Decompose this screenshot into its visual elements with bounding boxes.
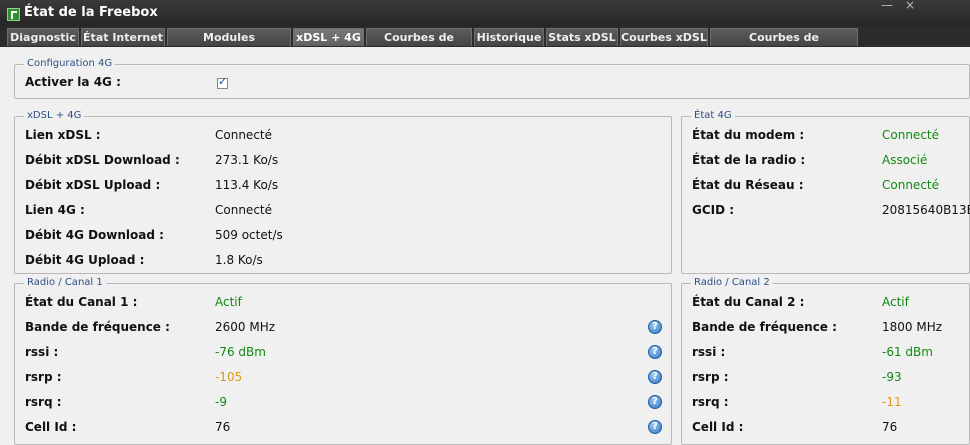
- tab-historique[interactable]: Historique: [474, 28, 544, 46]
- rsrp-2-label: rsrp :: [692, 370, 729, 384]
- tab-courbes-debit[interactable]: Courbes de Débit: [366, 28, 472, 62]
- rsrp-1-label: rsrp :: [25, 370, 62, 384]
- bande-frequence-2-value: 1800 MHz: [882, 320, 943, 334]
- lien-xdsl-label: Lien xDSL :: [25, 128, 101, 142]
- tab-modules-extension[interactable]: Modules d'extension: [167, 28, 291, 62]
- etat-reseau-value: Connecté: [882, 178, 939, 192]
- activer-4g-label: Activer la 4G :: [25, 75, 121, 89]
- rsrp-1-value: -105: [215, 370, 243, 384]
- etat-canal-1-value: Actif: [215, 295, 242, 309]
- etat-canal-2-value: Actif: [882, 295, 909, 309]
- debit-4g-download-label: Débit 4G Download :: [25, 228, 164, 242]
- lien-xdsl-value: Connecté: [215, 128, 272, 142]
- rsrq-1-value: -9: [215, 395, 227, 409]
- window-titlebar: État de la Freebox — ×: [0, 0, 970, 26]
- etat-reseau-label: État du Réseau :: [692, 178, 804, 192]
- xdsl-4g-panel: xDSL + 4G Lien xDSL : Connecté Débit xDS…: [14, 109, 672, 274]
- debit-4g-upload-value: 1.8 Ko/s: [215, 253, 263, 267]
- lien-4g-label: Lien 4G :: [25, 203, 85, 217]
- canal-1-legend: Radio / Canal 1: [24, 276, 106, 290]
- gcid-value: 20815640B13E: [882, 203, 970, 217]
- rsrq-2-label: rsrq :: [692, 395, 729, 409]
- etat-canal-1-label: État du Canal 1 :: [25, 295, 138, 309]
- rssi-1-label: rssi :: [25, 345, 59, 359]
- tab-diagnostic[interactable]: Diagnostic: [7, 28, 79, 46]
- rssi-2-label: rssi :: [692, 345, 726, 359]
- tab-etat-internet[interactable]: État Internet: [81, 28, 165, 46]
- bande-frequence-1-value: 2600 MHz: [215, 320, 276, 334]
- help-rsrp-icon[interactable]: ?: [648, 370, 662, 384]
- canal-2-legend: Radio / Canal 2: [691, 276, 773, 290]
- bande-frequence-2-label: Bande de fréquence :: [692, 320, 837, 334]
- debit-4g-download-value: 509 octet/s: [215, 228, 283, 242]
- etat-canal-2-label: État du Canal 2 :: [692, 295, 805, 309]
- help-rsrq-icon[interactable]: ?: [648, 395, 662, 409]
- cell-id-2-label: Cell Id :: [692, 420, 744, 434]
- lien-4g-value: Connecté: [215, 203, 272, 217]
- close-icon[interactable]: ×: [895, 0, 925, 14]
- rsrq-2-value: -11: [882, 395, 902, 409]
- debit-xdsl-upload-label: Débit xDSL Upload :: [25, 178, 161, 192]
- etat-radio-label: État de la radio :: [692, 153, 806, 167]
- etat-4g-panel: État 4G État du modem : Connecté État de…: [681, 109, 970, 274]
- cell-id-2-value: 76: [882, 420, 898, 434]
- debit-xdsl-download-value: 273.1 Ko/s: [215, 153, 279, 167]
- freebox-app-icon: [7, 8, 20, 21]
- bande-frequence-1-label: Bande de fréquence :: [25, 320, 170, 334]
- activer-4g-checkbox[interactable]: [217, 75, 228, 89]
- gcid-label: GCID :: [692, 203, 735, 217]
- debit-xdsl-download-label: Débit xDSL Download :: [25, 153, 180, 167]
- etat-radio-value: Associé: [882, 153, 928, 167]
- help-cell-id-icon[interactable]: ?: [648, 420, 662, 434]
- tab-stats-xdsl[interactable]: Stats xDSL: [546, 28, 618, 46]
- rssi-2-value: -61 dBm: [882, 345, 933, 359]
- cell-id-1-value: 76: [215, 420, 231, 434]
- debit-xdsl-upload-value: 113.4 Ko/s: [215, 178, 279, 192]
- canal-1-panel: Radio / Canal 1 État du Canal 1 : Actif …: [14, 276, 672, 445]
- rssi-1-value: -76 dBm: [215, 345, 266, 359]
- config-4g-panel: Configuration 4G Activer la 4G :: [14, 57, 970, 99]
- etat-4g-legend: État 4G: [691, 109, 735, 123]
- tab-xdsl-4g[interactable]: xDSL + 4G: [293, 28, 364, 46]
- rsrp-2-value: -93: [882, 370, 902, 384]
- help-rssi-icon[interactable]: ?: [648, 345, 662, 359]
- etat-modem-label: État du modem :: [692, 128, 805, 142]
- rsrq-1-label: rsrq :: [25, 395, 62, 409]
- debit-4g-upload-label: Débit 4G Upload :: [25, 253, 145, 267]
- tab-bar: Diagnostic État Internet Modules d'exten…: [0, 26, 970, 62]
- tab-courbes-temperature[interactable]: Courbes de température: [710, 28, 858, 62]
- xdsl-4g-legend: xDSL + 4G: [24, 109, 85, 123]
- cell-id-1-label: Cell Id :: [25, 420, 77, 434]
- window-title: État de la Freebox: [24, 5, 158, 20]
- config-4g-legend: Configuration 4G: [24, 57, 116, 71]
- canal-2-panel: Radio / Canal 2 État du Canal 2 : Actif …: [681, 276, 970, 445]
- tab-courbes-xdsl[interactable]: Courbes xDSL: [620, 28, 708, 46]
- help-bande-frequence-icon[interactable]: ?: [648, 320, 662, 334]
- etat-modem-value: Connecté: [882, 128, 939, 142]
